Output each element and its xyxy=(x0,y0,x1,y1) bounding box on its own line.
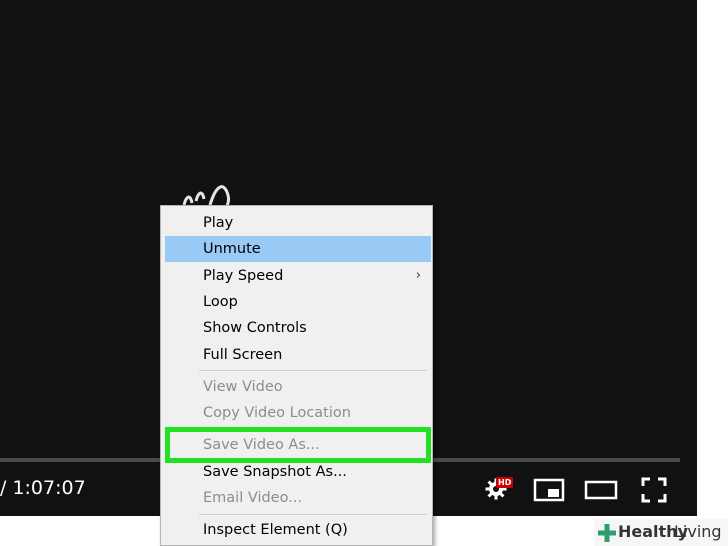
menu-item-copy-video-location[interactable]: Copy Video Location xyxy=(165,400,431,426)
menu-item-full-screen[interactable]: Full Screen xyxy=(165,342,431,368)
plus-cross-icon xyxy=(598,524,616,542)
watermark-word-living: Living xyxy=(674,522,722,541)
menu-item-loop[interactable]: Loop xyxy=(165,289,431,315)
theater-mode-icon[interactable] xyxy=(584,479,618,501)
submenu-arrow-icon: › xyxy=(415,268,421,283)
menu-separator xyxy=(199,514,427,515)
menu-item-save-snapshot-as[interactable]: Save Snapshot As... xyxy=(165,459,431,485)
watermark: Healthy Living xyxy=(594,519,728,546)
menu-item-play[interactable]: Play xyxy=(165,210,431,236)
miniplayer-icon[interactable] xyxy=(533,478,565,502)
fullscreen-icon[interactable] xyxy=(641,477,667,503)
menu-separator xyxy=(199,370,427,371)
menu-item-email-video[interactable]: Email Video... xyxy=(165,485,431,511)
menu-item-save-video-as[interactable]: Save Video As... xyxy=(165,427,431,463)
menu-item-view-video[interactable]: View Video xyxy=(165,374,431,400)
context-menu: Play Unmute Play Speed › Loop Show Contro… xyxy=(160,205,433,546)
menu-item-inspect-element[interactable]: Inspect Element (Q) xyxy=(165,517,431,543)
time-display: / 1:07:07 xyxy=(0,477,86,499)
menu-item-play-speed[interactable]: Play Speed › xyxy=(165,263,431,289)
menu-item-unmute[interactable]: Unmute xyxy=(165,236,431,262)
menu-item-show-controls[interactable]: Show Controls xyxy=(165,315,431,341)
hd-badge: HD xyxy=(496,477,514,488)
